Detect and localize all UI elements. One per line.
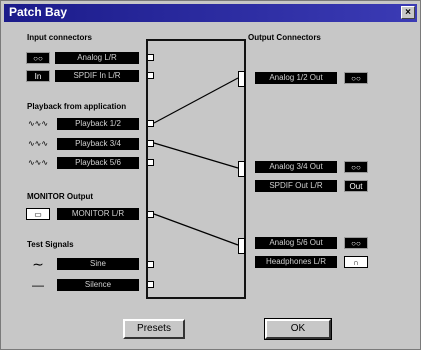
waveform-icon: ∿∿∿ bbox=[27, 119, 49, 128]
ok-button[interactable]: OK bbox=[264, 318, 332, 340]
output-jack-analog-5-6[interactable] bbox=[238, 238, 245, 254]
output-port-analog-3-4[interactable]: Analog 3/4 Out bbox=[255, 161, 337, 173]
playback-port-1-2[interactable]: Playback 1/2 bbox=[57, 118, 139, 130]
monitor-icon: ▭ bbox=[26, 208, 50, 220]
close-icon[interactable]: × bbox=[401, 6, 415, 19]
headphones-icon: ∩ bbox=[344, 256, 368, 268]
output-port-headphones[interactable]: Headphones L/R bbox=[255, 256, 337, 268]
playback-port-3-4[interactable]: Playback 3/4 bbox=[57, 138, 139, 150]
audio-jack-icon: ○○ bbox=[26, 52, 50, 64]
output-port-spdif[interactable]: SPDIF Out L/R bbox=[255, 180, 337, 192]
spdif-out-icon: Out bbox=[344, 180, 368, 192]
audio-jack-icon: ○○ bbox=[344, 72, 368, 84]
test-port-sine[interactable]: Sine bbox=[57, 258, 139, 270]
output-port-analog-5-6[interactable]: Analog 5/6 Out bbox=[255, 237, 337, 249]
title-bar: Patch Bay × bbox=[4, 4, 417, 22]
monitor-output-label: MONITOR Output bbox=[27, 192, 94, 201]
presets-button[interactable]: Presets bbox=[123, 319, 185, 339]
output-jack-analog-1-2[interactable] bbox=[238, 71, 245, 87]
test-port-silence[interactable]: Silence bbox=[57, 279, 139, 291]
output-connectors-label: Output Connectors bbox=[248, 33, 321, 42]
input-port-spdif[interactable]: SPDIF In L/R bbox=[55, 70, 139, 82]
audio-jack-icon: ○○ bbox=[344, 161, 368, 173]
patch-matrix bbox=[146, 39, 246, 299]
sine-icon: ∼ bbox=[32, 256, 44, 272]
monitor-port[interactable]: MONITOR L/R bbox=[57, 208, 139, 220]
playback-label: Playback from application bbox=[27, 102, 127, 111]
window-title: Patch Bay bbox=[9, 5, 68, 19]
input-port-analog[interactable]: Analog L/R bbox=[55, 52, 139, 64]
playback-port-5-6[interactable]: Playback 5/6 bbox=[57, 157, 139, 169]
output-port-analog-1-2[interactable]: Analog 1/2 Out bbox=[255, 72, 337, 84]
waveform-icon: ∿∿∿ bbox=[27, 158, 49, 167]
patch-bay-window: Patch Bay × Input connectors Playback fr… bbox=[0, 0, 421, 350]
test-signals-label: Test Signals bbox=[27, 240, 74, 249]
spdif-icon: In bbox=[26, 70, 50, 82]
input-connectors-label: Input connectors bbox=[27, 33, 92, 42]
audio-jack-icon: ○○ bbox=[344, 237, 368, 249]
waveform-icon: ∿∿∿ bbox=[27, 139, 49, 148]
output-jack-analog-3-4[interactable] bbox=[238, 161, 245, 177]
silence-icon: — bbox=[32, 278, 44, 292]
